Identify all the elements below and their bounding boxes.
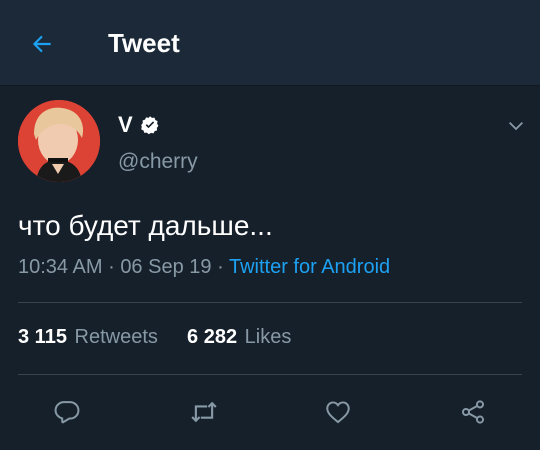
retweet-button[interactable] — [188, 396, 220, 428]
more-options-button[interactable] — [502, 112, 530, 140]
author-name-row: V — [118, 110, 160, 140]
top-bar: Tweet — [0, 0, 540, 86]
tweet-text: что будет дальше... — [18, 210, 273, 241]
likes-stat[interactable]: 6 282 Likes — [187, 326, 291, 348]
share-button[interactable] — [457, 396, 489, 428]
tweet-actions — [0, 388, 540, 434]
divider — [18, 374, 522, 375]
share-icon — [461, 400, 485, 424]
avatar[interactable] — [18, 100, 100, 182]
back-button[interactable] — [22, 24, 62, 64]
likes-count: 6 282 — [187, 326, 238, 348]
divider — [18, 302, 522, 303]
reply-button[interactable] — [51, 396, 83, 428]
page-title: Tweet — [108, 28, 180, 58]
retweets-stat[interactable]: 3 115 Retweets — [18, 326, 163, 348]
tweet-date: 06 Sep 19 — [120, 256, 212, 278]
retweets-count: 3 115 — [18, 326, 67, 348]
retweet-icon — [191, 401, 217, 423]
retweets-label: Retweets — [74, 326, 158, 348]
like-button[interactable] — [322, 396, 354, 428]
tweet-detail: V @cherry что будет дальше... 10:34 AM ·… — [0, 86, 540, 450]
meta-separator: · — [217, 256, 224, 278]
likes-label: Likes — [244, 326, 292, 348]
like-icon — [326, 401, 350, 424]
tweet-stats: 3 115 Retweets 6 282 Likes — [18, 326, 291, 349]
display-name[interactable]: V — [118, 112, 133, 138]
arrow-left-icon — [32, 35, 51, 53]
avatar-image — [18, 100, 100, 182]
meta-separator: · — [108, 256, 115, 278]
reply-icon — [54, 401, 80, 424]
verified-badge-icon — [140, 115, 160, 135]
chevron-down-icon — [508, 121, 524, 131]
tweet-time: 10:34 AM — [18, 256, 103, 278]
tweet-source-link[interactable]: Twitter for Android — [229, 256, 390, 278]
user-handle[interactable]: @cherry — [118, 150, 198, 174]
tweet-screen: Tweet V @cherry что будет дальше... 10:3… — [0, 0, 540, 450]
tweet-meta: 10:34 AM · 06 Sep 19 · Twitter for Andro… — [18, 256, 390, 279]
